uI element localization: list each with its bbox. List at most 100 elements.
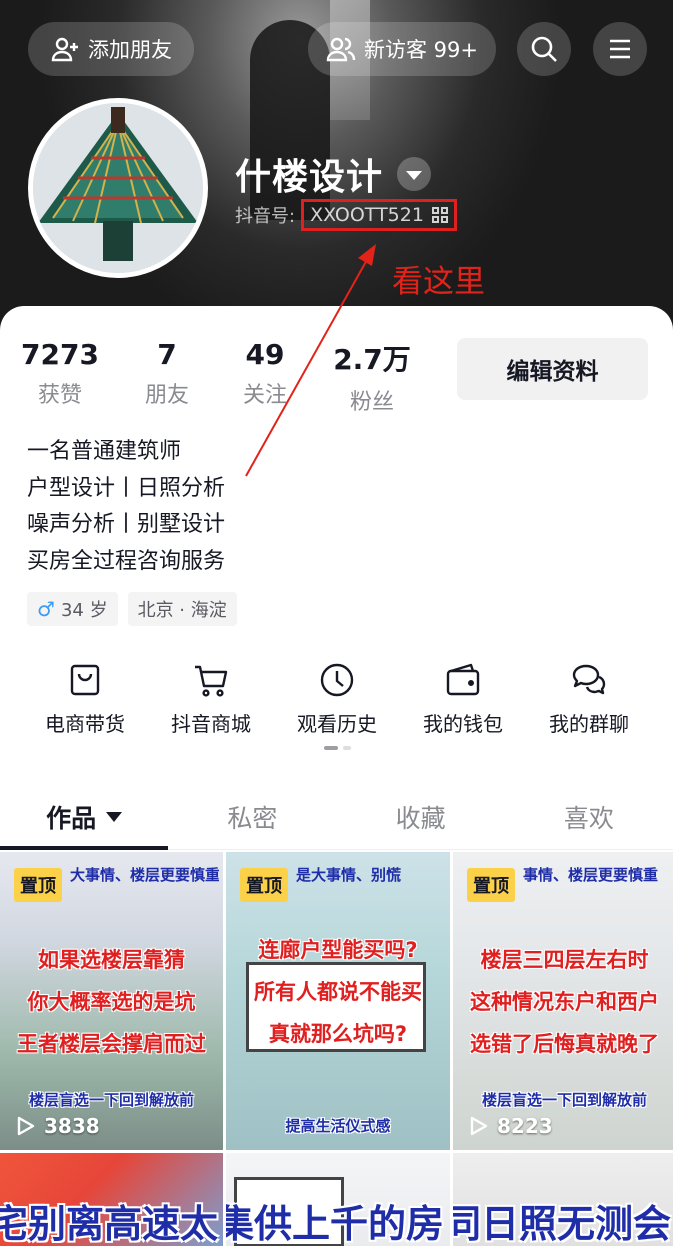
pinned-badge: 置顶 bbox=[14, 868, 62, 902]
tab-favorites-label: 收藏 bbox=[395, 803, 446, 833]
qr-code-icon[interactable] bbox=[431, 207, 448, 223]
stat-followers[interactable]: 2.7万 粉丝 bbox=[327, 338, 417, 416]
shopping-bag-icon bbox=[70, 664, 100, 696]
video-caption-partial: 集供上千的房 bbox=[226, 1202, 445, 1246]
video-grid: 置顶 大事情、楼层更要慎重 如果选楼层靠猜 你大概率选的是坑 王者楼层会撑肩而过… bbox=[0, 852, 673, 1246]
douyin-id-label: 抖音号: bbox=[235, 206, 296, 227]
stat-following-label: 关注 bbox=[242, 383, 287, 408]
shortcut-row: 电商带货 抖音商城 观看历史 我的钱包 我的群聊 bbox=[22, 660, 652, 737]
video-bottom-caption: 楼层盲选一下回到解放前 bbox=[481, 1091, 647, 1109]
chevron-down-icon bbox=[106, 811, 123, 822]
tab-likes-label: 喜欢 bbox=[563, 803, 614, 833]
video-caption-line: 你大概率选的是坑 bbox=[27, 990, 196, 1014]
douyin-id-value: XXOOTT521 bbox=[310, 204, 424, 226]
shortcut-ecommerce[interactable]: 电商带货 bbox=[22, 660, 148, 737]
video-caption-line: 楼层三四层左右时 bbox=[480, 948, 649, 972]
avatar[interactable] bbox=[28, 98, 208, 278]
male-icon: ♂ bbox=[37, 597, 55, 621]
tab-private[interactable]: 私密 bbox=[168, 784, 336, 849]
profile-tags: ♂ 34 岁 北京 · 海淀 bbox=[27, 592, 237, 626]
bio-line: 噪声分析丨别墅设计 bbox=[27, 512, 226, 537]
play-count: 3838 bbox=[14, 1114, 100, 1138]
visitors-icon bbox=[326, 37, 356, 62]
shortcut-label: 抖音商城 bbox=[171, 712, 251, 736]
location-tag: 北京 · 海淀 bbox=[127, 592, 237, 626]
stat-following-count: 49 bbox=[245, 338, 285, 371]
profile-name: 什楼设计 bbox=[235, 157, 384, 198]
profile-name-row: 什楼设计 bbox=[235, 148, 432, 200]
douyin-id-row: 抖音号: XXOOTT521 bbox=[235, 199, 457, 231]
add-user-icon bbox=[51, 37, 78, 62]
search-icon bbox=[531, 36, 557, 62]
stat-likes-label: 获赞 bbox=[37, 383, 82, 408]
chat-bubbles-icon bbox=[572, 664, 606, 695]
video-bottom-caption: 提高生活仪式感 bbox=[285, 1117, 391, 1135]
video-thumbnail[interactable]: 宅别离高速太 bbox=[0, 1153, 223, 1246]
shortcut-group-chat[interactable]: 我的群聊 bbox=[526, 660, 652, 737]
edit-profile-button[interactable]: 编辑资料 bbox=[457, 338, 648, 400]
video-thumbnail[interactable]: 置顶 事情、楼层更要慎重 楼层三四层左右时 这种情况东户和西户 选错了后悔真就晚… bbox=[453, 852, 673, 1150]
video-caption-line: 这种情况东户和西户 bbox=[470, 990, 659, 1014]
video-caption-line: 所有人都说不能买 bbox=[254, 980, 422, 1004]
video-caption-line: 真就那么坑吗? bbox=[268, 1022, 408, 1046]
stat-friends-label: 朋友 bbox=[144, 383, 189, 408]
shortcut-page-indicator bbox=[324, 746, 351, 750]
menu-button[interactable] bbox=[593, 22, 647, 76]
bio-line: 户型设计丨日照分析 bbox=[27, 475, 226, 501]
tab-works-label: 作品 bbox=[46, 803, 97, 833]
tab-likes[interactable]: 喜欢 bbox=[505, 784, 673, 849]
stat-following[interactable]: 49 关注 bbox=[227, 338, 303, 416]
cart-icon bbox=[195, 665, 228, 697]
add-friend-label: 添加朋友 bbox=[88, 38, 172, 62]
stat-friends[interactable]: 7 朋友 bbox=[129, 338, 205, 416]
pinned-badge: 置顶 bbox=[240, 868, 288, 902]
douyin-id-highlight-box[interactable]: XXOOTT521 bbox=[301, 199, 457, 231]
shortcut-history[interactable]: 观看历史 bbox=[274, 660, 400, 737]
video-thumbnail[interactable]: 集供上千的房 bbox=[226, 1153, 450, 1246]
stat-likes[interactable]: 7273 获赞 bbox=[21, 338, 99, 416]
hamburger-menu-icon bbox=[610, 39, 630, 59]
stat-friends-count: 7 bbox=[157, 338, 177, 371]
bio-line: 一名普通建筑师 bbox=[27, 439, 182, 464]
stat-followers-count: 2.7万 bbox=[333, 343, 411, 376]
clock-icon bbox=[320, 663, 354, 697]
shortcut-label: 电商带货 bbox=[45, 712, 125, 736]
video-bottom-caption: 楼层盲选一下回到解放前 bbox=[28, 1091, 194, 1109]
wallet-icon bbox=[446, 663, 480, 696]
video-caption-line: 连廊户型能买吗? bbox=[258, 938, 418, 962]
shortcut-label: 我的钱包 bbox=[423, 712, 503, 736]
new-visitors-button[interactable]: 新访客 99+ bbox=[308, 22, 496, 76]
video-top-caption: 大事情、楼层更要慎重 bbox=[70, 866, 219, 884]
stat-followers-label: 粉丝 bbox=[349, 390, 394, 415]
play-icon bbox=[17, 1116, 35, 1136]
play-count-value: 3838 bbox=[44, 1114, 100, 1138]
tab-favorites[interactable]: 收藏 bbox=[337, 784, 505, 849]
search-button[interactable] bbox=[517, 22, 571, 76]
content-tabs: 作品 私密 收藏 喜欢 bbox=[0, 784, 673, 850]
profile-bio: 一名普通建筑师 户型设计丨日照分析 噪声分析丨别墅设计 买房全过程咨询服务 bbox=[27, 434, 225, 580]
shortcut-mall[interactable]: 抖音商城 bbox=[148, 660, 274, 737]
video-caption-partial: 同日照无测会 bbox=[453, 1202, 672, 1246]
video-top-caption: 是大事情、别慌 bbox=[296, 866, 402, 884]
tab-private-label: 私密 bbox=[227, 803, 278, 833]
video-thumbnail[interactable]: 同日照无测会 bbox=[453, 1153, 673, 1246]
location-text: 北京 · 海淀 bbox=[137, 600, 227, 621]
account-switch-dropdown[interactable] bbox=[397, 157, 432, 191]
video-thumbnail[interactable]: 置顶 大事情、楼层更要慎重 如果选楼层靠猜 你大概率选的是坑 王者楼层会撑肩而过… bbox=[0, 852, 223, 1150]
stat-likes-count: 7273 bbox=[21, 338, 99, 371]
video-caption-line: 如果选楼层靠猜 bbox=[38, 948, 185, 972]
video-caption-partial: 宅别离高速太 bbox=[0, 1202, 219, 1246]
bio-line: 买房全过程咨询服务 bbox=[27, 548, 226, 574]
video-caption-line: 选错了后悔真就晚了 bbox=[470, 1032, 659, 1056]
shortcut-label: 我的群聊 bbox=[549, 712, 629, 736]
annotation-text: 看这里 bbox=[392, 264, 485, 300]
tab-works[interactable]: 作品 bbox=[0, 784, 169, 850]
video-thumbnail[interactable]: 置顶 是大事情、别慌 连廊户型能买吗? 所有人都说不能买 真就那么坑吗? 提高生… bbox=[226, 852, 450, 1150]
add-friend-button[interactable]: 添加朋友 bbox=[28, 22, 194, 76]
play-icon bbox=[470, 1116, 488, 1136]
stats-row: 7273 获赞 7 朋友 49 关注 2.7万 粉丝 bbox=[21, 338, 417, 416]
video-top-caption: 事情、楼层更要慎重 bbox=[523, 866, 659, 884]
shortcut-label: 观看历史 bbox=[297, 712, 377, 736]
shortcut-wallet[interactable]: 我的钱包 bbox=[400, 660, 526, 737]
video-caption-line: 王者楼层会撑肩而过 bbox=[17, 1032, 206, 1056]
